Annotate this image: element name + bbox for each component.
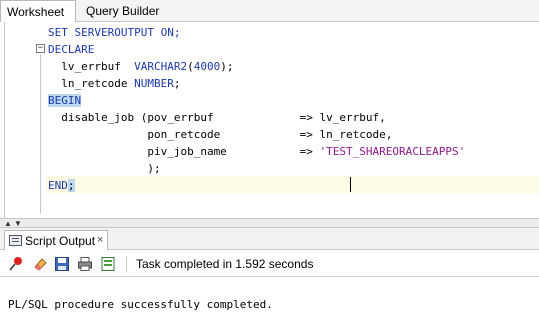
panel-splitter[interactable]: ▲ ▼ xyxy=(0,218,539,228)
script-output-icon xyxy=(9,235,22,246)
code-line: lv_errbuf VARCHAR2(4000); xyxy=(48,60,234,73)
code-line: disable_job (pov_errbuf => lv_errbuf, xyxy=(48,111,386,124)
tab-script-output[interactable]: Script Output × xyxy=(4,230,108,250)
output-message: PL/SQL procedure successfully completed. xyxy=(8,298,273,311)
code-line: BEGIN xyxy=(48,92,82,109)
close-icon[interactable]: × xyxy=(97,232,103,248)
collapse-icon[interactable]: − xyxy=(36,44,45,53)
output-tab-bar: Script Output × xyxy=(0,228,539,250)
pin-icon[interactable] xyxy=(8,256,24,272)
script-output-area[interactable]: PL/SQL procedure successfully completed. xyxy=(0,278,539,334)
code-line: ); xyxy=(48,162,161,175)
code-line: DECLARE xyxy=(48,43,95,56)
current-line-highlight xyxy=(46,176,539,193)
fold-guide xyxy=(40,54,41,214)
code-line: END; xyxy=(48,179,75,192)
text-caret xyxy=(350,177,351,192)
code-line: ln_retcode NUMBER; xyxy=(48,77,181,90)
save-icon[interactable] xyxy=(54,256,70,272)
collapse-down-icon[interactable]: ▼ xyxy=(14,220,22,228)
tab-query-builder[interactable]: Query Builder xyxy=(80,0,165,22)
code-line: pon_retcode => ln_retcode, xyxy=(48,128,393,141)
code-line: piv_job_name => 'TEST_SHAREORACLEAPPS' xyxy=(48,145,466,158)
output-toolbar: Task completed in 1.592 seconds xyxy=(0,251,539,277)
tab-worksheet[interactable]: Worksheet xyxy=(0,0,76,23)
begin-keyword: BEGIN xyxy=(48,94,82,107)
status-text: Task completed in 1.592 seconds xyxy=(136,257,314,271)
print-icon[interactable] xyxy=(77,256,93,272)
code-line: SET SERVEROUTPUT ON; xyxy=(48,26,181,39)
collapse-up-icon[interactable]: ▲ xyxy=(4,220,12,228)
editor-gutter xyxy=(0,22,34,218)
eraser-icon[interactable] xyxy=(32,256,48,272)
sql-editor[interactable]: − SET SERVEROUTPUT ON; DECLARE lv_errbuf… xyxy=(0,22,539,218)
editor-tab-bar: Worksheet Query Builder xyxy=(0,0,539,23)
toolbar-separator xyxy=(126,256,127,272)
script-output-label: Script Output xyxy=(25,234,96,248)
open-file-icon[interactable] xyxy=(100,256,116,272)
